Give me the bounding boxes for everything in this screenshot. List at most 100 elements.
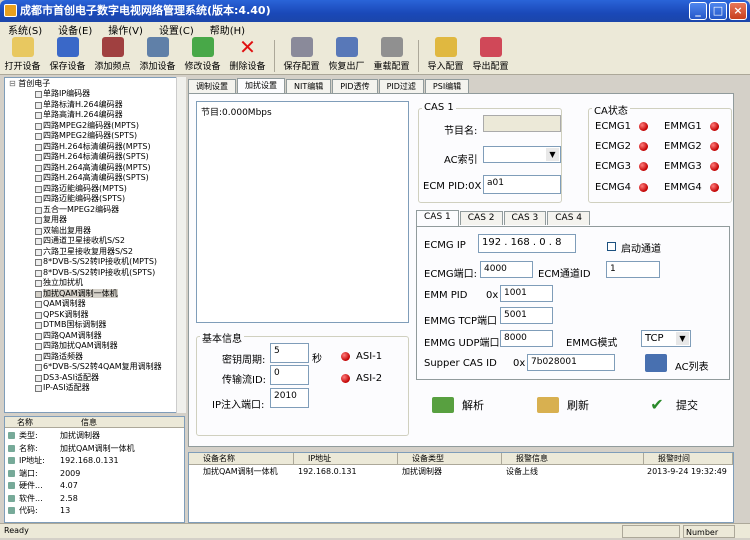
reload-config-button[interactable]: 重载配置 bbox=[369, 37, 414, 75]
tree-item[interactable]: IP-ASI适配器 bbox=[5, 383, 177, 394]
device-icon bbox=[35, 185, 42, 193]
ecmg-ip-field[interactable]: 192 . 168 . 0 . 8 bbox=[478, 234, 576, 253]
tree-item[interactable]: 四路H.264标清编码器(SPTS) bbox=[5, 152, 177, 163]
ac-list-button[interactable]: AC列表 bbox=[675, 358, 709, 373]
alarm-log-table[interactable]: 设备名称 IP地址 设备类型 报警信息 报警时间 加扰QAM调制一体机 192.… bbox=[188, 452, 734, 523]
tab-cas3[interactable]: CAS 3 bbox=[503, 211, 547, 225]
tree-item[interactable]: QAM调制器 bbox=[5, 299, 177, 310]
tree-item[interactable]: 四路迈能编码器(SPTS) bbox=[5, 194, 177, 205]
tree-item[interactable]: 四路迈能编码器(MPTS) bbox=[5, 184, 177, 195]
emmg-mode-select[interactable]: TCP ▼ bbox=[641, 330, 691, 347]
tree-root[interactable]: ⊟ 首创电子 bbox=[5, 78, 50, 89]
tab-pid-filter[interactable]: PID过滤 bbox=[378, 79, 424, 93]
close-button[interactable]: × bbox=[729, 2, 747, 20]
ecm-pid-field[interactable]: a01 bbox=[483, 175, 561, 194]
factory-reset-button[interactable]: 恢复出厂 bbox=[324, 37, 369, 75]
cell-alarm-info: 设备上线 bbox=[506, 467, 538, 476]
tab-scrambling[interactable]: 加扰设置 bbox=[237, 78, 285, 93]
emmg-udp-field[interactable]: 8000 bbox=[500, 330, 553, 347]
menu-settings[interactable]: 设置(C) bbox=[151, 22, 202, 37]
tree-item[interactable]: 六路卫星接收复用器S/S2 bbox=[5, 247, 177, 258]
tab-cas4[interactable]: CAS 4 bbox=[547, 211, 590, 225]
tree-item[interactable]: 单路高清H.264编码器 bbox=[5, 110, 177, 121]
tree-item[interactable]: DTMB国标调制器 bbox=[5, 320, 177, 331]
ip-port-label: IP注入端口: bbox=[212, 400, 265, 411]
tree-item[interactable]: 8*DVB-S/S2转IP接收机(MPTS) bbox=[5, 257, 177, 268]
export-config-button[interactable]: 导出配置 bbox=[468, 37, 513, 75]
super-cas-field[interactable]: 7b028001 bbox=[527, 354, 615, 371]
save-device-button[interactable]: 保存设备 bbox=[45, 37, 90, 75]
tab-nit[interactable]: NIT编辑 bbox=[286, 79, 332, 93]
column-header-device-type[interactable]: 设备类型 bbox=[398, 453, 502, 465]
menu-device[interactable]: 设备(E) bbox=[50, 22, 100, 37]
edit-device-button[interactable]: 修改设备 bbox=[180, 37, 225, 75]
tab-cas2[interactable]: CAS 2 bbox=[459, 211, 503, 225]
tree-item[interactable]: 复用器 bbox=[5, 215, 177, 226]
maximize-button[interactable]: □ bbox=[709, 2, 727, 20]
ecm-channel-field[interactable]: 1 bbox=[606, 261, 660, 278]
tree-scrollbar[interactable] bbox=[176, 77, 186, 413]
tab-psi[interactable]: PSI编辑 bbox=[424, 79, 470, 93]
tab-modulation[interactable]: 调制设置 bbox=[188, 79, 236, 93]
ac-index-select[interactable]: ▼ bbox=[483, 146, 561, 163]
emmg1-led bbox=[710, 122, 719, 131]
ecmg-port-field[interactable]: 4000 bbox=[480, 261, 533, 278]
cell-alarm-time: 2013-9-24 19:32:49 bbox=[647, 467, 727, 476]
save-config-button[interactable]: 保存配置 bbox=[279, 37, 324, 75]
tree-item[interactable]: 加扰QAM调制一体机 bbox=[5, 288, 177, 300]
device-icon bbox=[35, 301, 42, 308]
tree-item[interactable]: 四路QAM调制器 bbox=[5, 331, 177, 342]
delete-device-button[interactable]: ✕ 删除设备 bbox=[225, 37, 270, 75]
tree-item[interactable]: 单路IP编码器 bbox=[5, 89, 177, 100]
menu-system[interactable]: 系统(S) bbox=[0, 22, 50, 37]
column-header-ip[interactable]: IP地址 bbox=[294, 453, 398, 465]
key-period-field[interactable]: 5 bbox=[270, 343, 309, 363]
tab-cas1[interactable]: CAS 1 bbox=[416, 210, 459, 226]
ip-port-field[interactable]: 2010 bbox=[270, 388, 309, 408]
tree-item[interactable]: 四路H.264标清编码器(MPTS) bbox=[5, 142, 177, 153]
tree-item[interactable]: 独立加扰机 bbox=[5, 278, 177, 289]
program-name-field[interactable] bbox=[483, 115, 561, 132]
column-header-device-name[interactable]: 设备名称 bbox=[189, 453, 294, 465]
tree-item[interactable]: DS3-ASI适配器 bbox=[5, 373, 177, 384]
ecm-pid-label: ECM PID:0X bbox=[423, 181, 482, 192]
open-device-button[interactable]: 打开设备 bbox=[0, 37, 45, 75]
tree-item[interactable]: QPSK调制器 bbox=[5, 310, 177, 321]
tree-item[interactable]: 单路标清H.264编码器 bbox=[5, 100, 177, 111]
tab-strip: 调制设置 加扰设置 NIT编辑 PID透传 PID过滤 PSI编辑 bbox=[188, 78, 470, 93]
save-config-icon bbox=[290, 37, 313, 57]
tree-item[interactable]: 四通道卫星接收机S/S2 bbox=[5, 236, 177, 247]
emmg-tcp-label: EMMG TCP端口 bbox=[424, 316, 498, 327]
info-row: 类型: 加扰调制器 bbox=[5, 430, 184, 441]
tree-item[interactable]: 8*DVB-S/S2转IP接收机(SPTS) bbox=[5, 268, 177, 279]
device-tree[interactable]: ⊟ 首创电子 单路IP编码器 单路标清H.264编码器 单路高清H.264编码器 四路… bbox=[4, 77, 185, 413]
tab-pid-pass[interactable]: PID透传 bbox=[332, 79, 378, 93]
program-rate: 节目:0.000Mbps bbox=[201, 108, 272, 118]
column-header-alarm-info[interactable]: 报警信息 bbox=[502, 453, 644, 465]
minimize-button[interactable]: _ bbox=[689, 2, 707, 20]
submit-button[interactable]: ✔ 提交 bbox=[646, 397, 698, 413]
tree-item[interactable]: 五合一MPEG2编码器 bbox=[5, 205, 177, 216]
add-channel-button[interactable]: 添加频点 bbox=[90, 37, 135, 75]
emm-pid-field[interactable]: 1001 bbox=[500, 285, 553, 302]
tree-item[interactable]: 四路MPEG2编码器(SPTS) bbox=[5, 131, 177, 142]
start-channel-checkbox[interactable] bbox=[607, 242, 616, 251]
tree-item[interactable]: 四路H.264高清编码器(MPTS) bbox=[5, 163, 177, 174]
menu-operation[interactable]: 操作(V) bbox=[100, 22, 151, 37]
tree-item[interactable]: 双输出复用器 bbox=[5, 226, 177, 237]
tree-item[interactable]: 四路H.264高清编码器(SPTS) bbox=[5, 173, 177, 184]
emmg-tcp-field[interactable]: 5001 bbox=[500, 307, 553, 324]
tree-item[interactable]: 四路加扰QAM调制器 bbox=[5, 341, 177, 352]
stream-id-field[interactable]: 0 bbox=[270, 365, 309, 385]
tree-item[interactable]: 四路适频器 bbox=[5, 352, 177, 363]
tree-item[interactable]: 6*DVB-S/S2转4QAM复用调制器 bbox=[5, 362, 177, 373]
asi2-led bbox=[341, 374, 350, 383]
add-device-button[interactable]: 添加设备 bbox=[135, 37, 180, 75]
cas-tab-strip: CAS 1 CAS 2 CAS 3 CAS 4 bbox=[416, 210, 591, 226]
column-header-alarm-time[interactable]: 报警时间 bbox=[644, 453, 733, 465]
refresh-button[interactable]: 刷新 bbox=[537, 397, 589, 413]
import-config-button[interactable]: 导入配置 bbox=[423, 37, 468, 75]
tree-item[interactable]: 四路MPEG2编码器(MPTS) bbox=[5, 121, 177, 132]
parse-button[interactable]: 解析 bbox=[432, 397, 484, 413]
program-list[interactable]: 节目:0.000Mbps bbox=[196, 101, 409, 323]
